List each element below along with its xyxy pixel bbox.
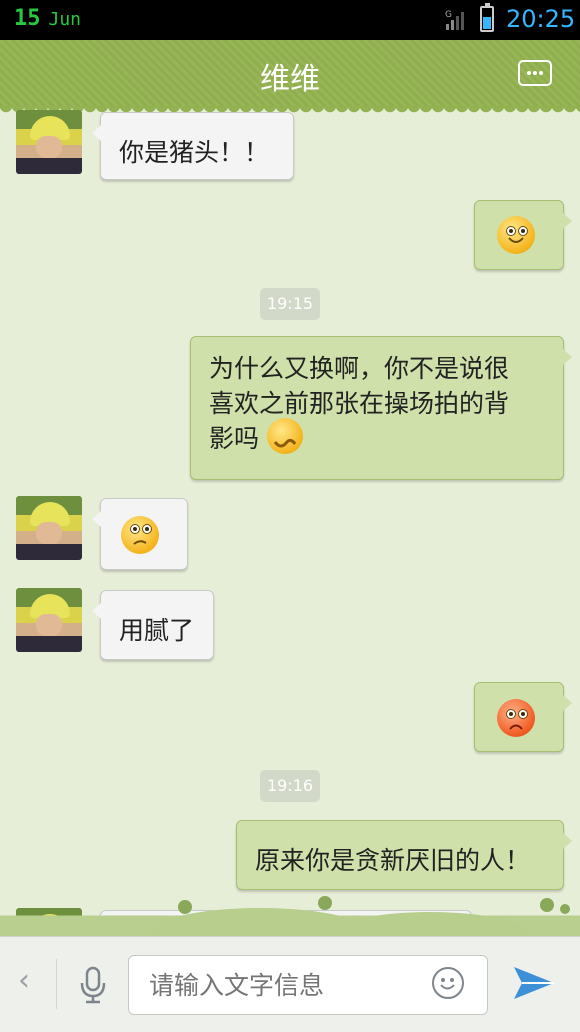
divider xyxy=(56,959,57,1009)
emoji-picker-icon[interactable] xyxy=(432,967,464,999)
contact-avatar[interactable] xyxy=(16,588,82,652)
message-text: 你是猪头！！ xyxy=(119,138,270,167)
more-menu-button[interactable] xyxy=(518,60,552,86)
status-day: 15 xyxy=(14,6,41,31)
message-text: 原来你是贪新厌旧的人！ xyxy=(255,846,531,875)
message-text: 用腻了 xyxy=(119,616,195,645)
chevron-left-icon[interactable]: ‹ xyxy=(18,963,30,998)
status-time: 20:25 xyxy=(506,5,576,33)
send-icon[interactable] xyxy=(512,963,556,1003)
message-bubble-outgoing[interactable]: 为什么又换啊，你不是说很 喜欢之前那张在操场拍的背 影吗 xyxy=(190,336,572,480)
smile-emoji-icon xyxy=(497,216,535,254)
message-text-line: 喜欢之前那张在操场拍的背 xyxy=(209,389,510,418)
svg-text:G: G xyxy=(445,10,452,20)
background-scenery xyxy=(0,890,580,958)
message-bubble-incoming[interactable]: 用腻了 xyxy=(92,590,214,660)
contact-name: 维维 xyxy=(260,62,320,97)
message-text-line: 影吗 xyxy=(209,418,545,458)
status-date: 15 Jun xyxy=(14,6,81,31)
message-timestamp: 19:16 xyxy=(260,770,320,802)
contact-avatar[interactable] xyxy=(16,496,82,560)
status-bar: 15 Jun G 20:25 xyxy=(0,0,580,40)
chat-header: 维维 xyxy=(0,40,580,114)
message-bubble-incoming[interactable] xyxy=(92,498,188,570)
signal-icon: G xyxy=(445,10,464,30)
message-timestamp: 19:15 xyxy=(260,288,320,320)
message-bubble-outgoing[interactable]: 原来你是贪新厌旧的人！ xyxy=(236,820,572,890)
message-bubble-outgoing[interactable] xyxy=(474,682,572,752)
message-text-line: 为什么又换啊，你不是说很 xyxy=(209,354,510,383)
thinking-emoji-icon xyxy=(121,516,159,554)
battery-icon xyxy=(480,3,494,32)
status-month: Jun xyxy=(48,9,82,30)
shy-emoji-icon xyxy=(266,418,303,454)
message-input-bar: ‹ xyxy=(0,936,580,1032)
message-text-line: 影吗 xyxy=(209,424,260,453)
message-bubble-incoming[interactable]: 你是猪头！！ xyxy=(92,112,294,180)
contact-avatar[interactable] xyxy=(16,110,82,174)
microphone-icon[interactable] xyxy=(78,965,108,1005)
angry-emoji-icon xyxy=(497,699,535,737)
message-bubble-outgoing[interactable] xyxy=(474,200,572,270)
chat-area[interactable]: 你是猪头！！ 19:15 为什么又换啊，你不是说很 喜欢之前那张在操场拍的背 影… xyxy=(0,106,580,936)
